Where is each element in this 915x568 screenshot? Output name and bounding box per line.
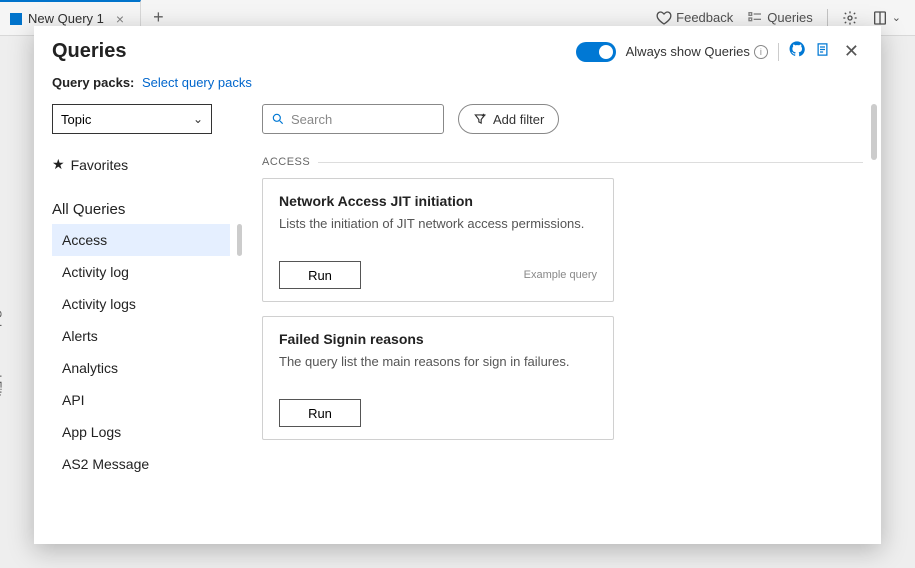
topic-dropdown[interactable]: Topic ⌄ [52, 104, 212, 134]
chevron-down-icon: ⌄ [193, 112, 203, 126]
always-show-toggle[interactable] [576, 42, 616, 62]
card-title: Network Access JIT initiation [279, 193, 597, 209]
category-as2-message[interactable]: AS2 Message [52, 448, 230, 480]
search-placeholder: Search [291, 112, 332, 127]
search-input[interactable]: Search [262, 104, 444, 134]
topic-label: Topic [61, 112, 91, 127]
all-queries-heading[interactable]: All Queries [52, 201, 230, 218]
left-column: Topic ⌄ ★ Favorites All Queries Access A… [52, 104, 230, 544]
right-column: Search Add filter ACCESS Network Access … [262, 104, 863, 544]
category-api[interactable]: API [52, 384, 230, 416]
card-desc: The query list the main reasons for sign… [279, 353, 597, 371]
query-packs-label: Query packs: [52, 75, 134, 90]
favorites-label: Favorites [71, 157, 129, 173]
document-icon[interactable] [815, 42, 830, 62]
filter-plus-icon [473, 112, 487, 126]
category-analytics[interactable]: Analytics [52, 352, 230, 384]
separator [778, 43, 779, 61]
add-filter-button[interactable]: Add filter [458, 104, 559, 134]
category-scrollbar[interactable] [237, 224, 242, 256]
category-activity-log[interactable]: Activity log [52, 256, 230, 288]
category-app-logs[interactable]: App Logs [52, 416, 230, 448]
info-icon[interactable]: i [754, 45, 768, 59]
query-packs-row: Query packs: Select query packs [34, 69, 881, 104]
query-card: Network Access JIT initiation Lists the … [262, 178, 614, 302]
modal-title: Queries [52, 40, 126, 63]
favorites-row[interactable]: ★ Favorites [52, 156, 230, 173]
query-card: Failed Signin reasons The query list the… [262, 316, 614, 440]
run-button[interactable]: Run [279, 261, 361, 289]
github-icon[interactable] [789, 41, 805, 62]
category-list: Access Activity log Activity logs Alerts… [52, 224, 230, 480]
close-modal-button[interactable]: ✕ [840, 41, 863, 62]
example-tag: Example query [524, 269, 597, 281]
card-desc: Lists the initiation of JIT network acce… [279, 215, 597, 233]
card-title: Failed Signin reasons [279, 331, 597, 347]
select-query-packs-link[interactable]: Select query packs [142, 75, 252, 90]
modal-header: Queries Always show Queries i ✕ [34, 26, 881, 69]
section-heading: ACCESS [262, 156, 863, 168]
search-icon [271, 112, 285, 126]
results-scrollbar[interactable] [871, 104, 877, 160]
star-icon: ★ [52, 156, 65, 173]
query-cards: Network Access JIT initiation Lists the … [262, 178, 863, 440]
category-activity-logs[interactable]: Activity logs [52, 288, 230, 320]
controls-row: Search Add filter [262, 104, 863, 134]
run-button[interactable]: Run [279, 399, 361, 427]
category-alerts[interactable]: Alerts [52, 320, 230, 352]
category-access[interactable]: Access [52, 224, 230, 256]
always-show-label: Always show Queries i [626, 44, 768, 59]
queries-modal: Queries Always show Queries i ✕ Query pa… [34, 26, 881, 544]
